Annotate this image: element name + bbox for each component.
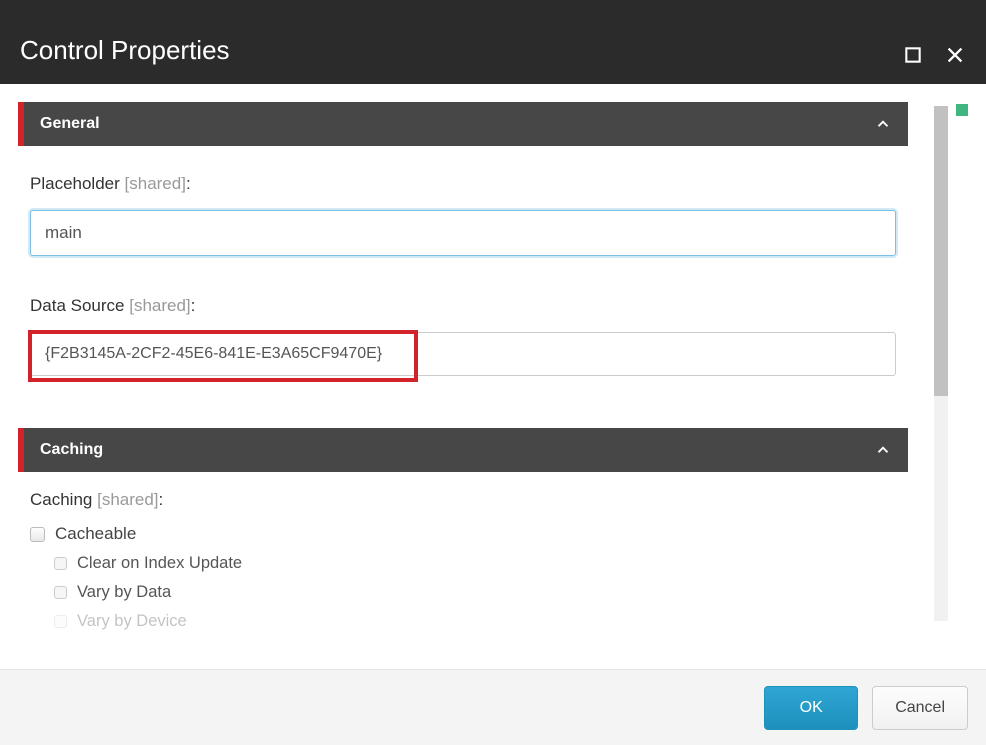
caching-label: Caching [shared]: <box>30 490 896 510</box>
datasource-label: Data Source [shared]: <box>30 296 896 316</box>
checkbox-clear-index[interactable]: Clear on Index Update <box>30 554 896 573</box>
indicator-icon <box>956 104 968 116</box>
checkbox-icon <box>30 527 45 542</box>
section-caching: Caching Caching [shared]: Cacheable <box>18 428 908 639</box>
close-icon[interactable] <box>944 44 966 66</box>
checkbox-cacheable[interactable]: Cacheable <box>30 524 896 544</box>
dialog-body: General Placeholder [shared]: <box>0 84 986 639</box>
scroll-area[interactable]: General Placeholder [shared]: <box>0 84 986 639</box>
checkbox-icon <box>54 557 67 570</box>
section-header-general[interactable]: General <box>18 102 908 146</box>
scrollbar[interactable] <box>934 106 948 621</box>
dialog-title: Control Properties <box>20 35 230 66</box>
checkbox-icon <box>54 615 67 628</box>
section-title-general: General <box>40 115 100 133</box>
checkbox-icon <box>54 586 67 599</box>
chevron-up-icon <box>874 115 892 133</box>
field-datasource: Data Source [shared]: <box>30 296 896 376</box>
section-header-caching[interactable]: Caching <box>18 428 908 472</box>
section-body-caching: Caching [shared]: Cacheable Clear on Ind… <box>18 472 908 639</box>
placeholder-label: Placeholder [shared]: <box>30 174 896 194</box>
section-general: General Placeholder [shared]: <box>18 102 908 398</box>
ok-button[interactable]: OK <box>764 686 858 730</box>
dialog-footer: OK Cancel <box>0 669 986 745</box>
section-title-caching: Caching <box>40 441 103 459</box>
datasource-input[interactable] <box>30 332 896 376</box>
checkbox-vary-data[interactable]: Vary by Data <box>30 583 896 602</box>
section-body-general: Placeholder [shared]: Data Source [share… <box>18 146 908 398</box>
field-placeholder: Placeholder [shared]: <box>30 174 896 256</box>
cancel-button[interactable]: Cancel <box>872 686 968 730</box>
checkbox-vary-device[interactable]: Vary by Device <box>30 612 896 631</box>
placeholder-input[interactable] <box>30 210 896 256</box>
header-controls <box>902 44 966 66</box>
dialog-header: Control Properties <box>0 0 986 84</box>
scrollbar-thumb[interactable] <box>934 106 948 396</box>
chevron-up-icon <box>874 441 892 459</box>
maximize-icon[interactable] <box>902 44 924 66</box>
